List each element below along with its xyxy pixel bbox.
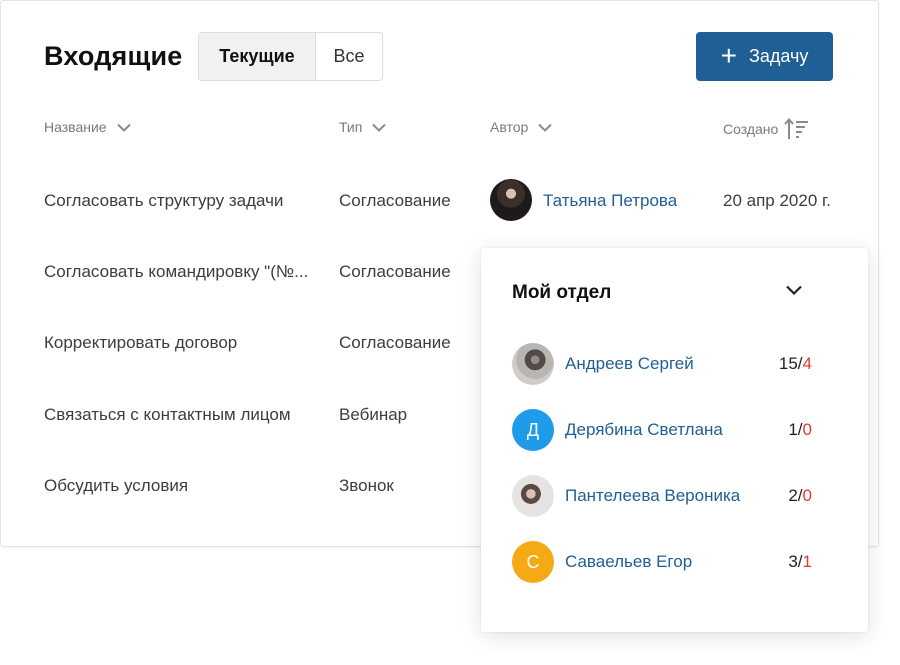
column-header-created[interactable]: Создано [723,117,810,141]
task-type: Согласование [339,262,451,281]
page-title: Входящие [44,41,183,71]
chevron-down-icon [372,123,387,132]
list-item[interactable]: С Саваельев Егор 3/1 [512,541,812,583]
total-count: 2/ [788,486,803,505]
list-item[interactable]: Пантелеева Вероника 2/0 [512,475,812,517]
total-count: 15/ [778,354,803,373]
task-name[interactable]: Согласовать командировку "(№... [44,262,308,282]
author-link[interactable]: Татьяна Петрова [543,191,677,211]
plus-icon: + [720,39,737,71]
task-name[interactable]: Обсудить условия [44,476,188,496]
task-name[interactable]: Согласовать структуру задачи [44,191,283,211]
column-header-name[interactable]: Название [44,119,131,135]
total-count: 1/ [788,420,803,439]
task-type: Вебинар [339,405,408,424]
tab-all[interactable]: Все [316,33,382,80]
popup-title: Мой отдел [512,282,612,303]
created-date: 20 апр 2020 г. [723,191,831,210]
tab-current[interactable]: Текущие [199,33,316,80]
column-header-author[interactable]: Автор [490,119,553,135]
task-count: 3/1 [788,552,812,572]
member-name[interactable]: Пантелеева Вероника [565,486,740,506]
task-type: Согласование [339,191,451,210]
add-task-label: Задачу [748,46,809,66]
member-name[interactable]: Дерябина Светлана [565,420,723,440]
task-type: Согласование [339,333,451,352]
list-item[interactable]: Андреев Сергей 15/4 [512,343,812,385]
overdue-count: 1 [802,552,812,571]
task-count: 2/0 [788,486,812,506]
avatar-initial: Д [526,419,540,440]
column-created-label: Создано [723,121,779,137]
chevron-down-icon[interactable] [784,284,804,296]
overdue-count: 0 [802,420,812,439]
column-name-label: Название [44,119,107,135]
avatar: С [512,541,554,583]
tab-switcher: Текущие Все [198,32,383,81]
add-task-button[interactable]: + Задачу [696,32,833,81]
column-header-type[interactable]: Тип [339,119,387,135]
task-type: Звонок [339,476,394,495]
column-author-label: Автор [490,119,529,135]
member-name[interactable]: Саваельев Егор [565,552,692,572]
task-name[interactable]: Связаться с контактным лицом [44,405,291,425]
sort-icon [784,117,809,139]
total-count: 3/ [788,552,803,571]
task-name[interactable]: Корректировать договор [44,333,237,353]
overdue-count: 4 [802,354,812,373]
member-name[interactable]: Андреев Сергей [565,354,694,374]
column-type-label: Тип [339,119,363,135]
overdue-count: 0 [802,486,812,505]
avatar [512,475,554,517]
avatar: Д [512,409,554,451]
avatar-initial: С [526,551,540,572]
task-count: 15/4 [779,354,812,374]
chevron-down-icon [538,123,553,132]
list-item[interactable]: Д Дерябина Светлана 1/0 [512,409,812,451]
department-popup: Мой отдел Андреев Сергей 15/4 Д Дерябина… [481,248,868,632]
chevron-down-icon [116,123,131,132]
avatar [512,343,554,385]
avatar [490,179,532,221]
task-count: 1/0 [788,420,812,440]
